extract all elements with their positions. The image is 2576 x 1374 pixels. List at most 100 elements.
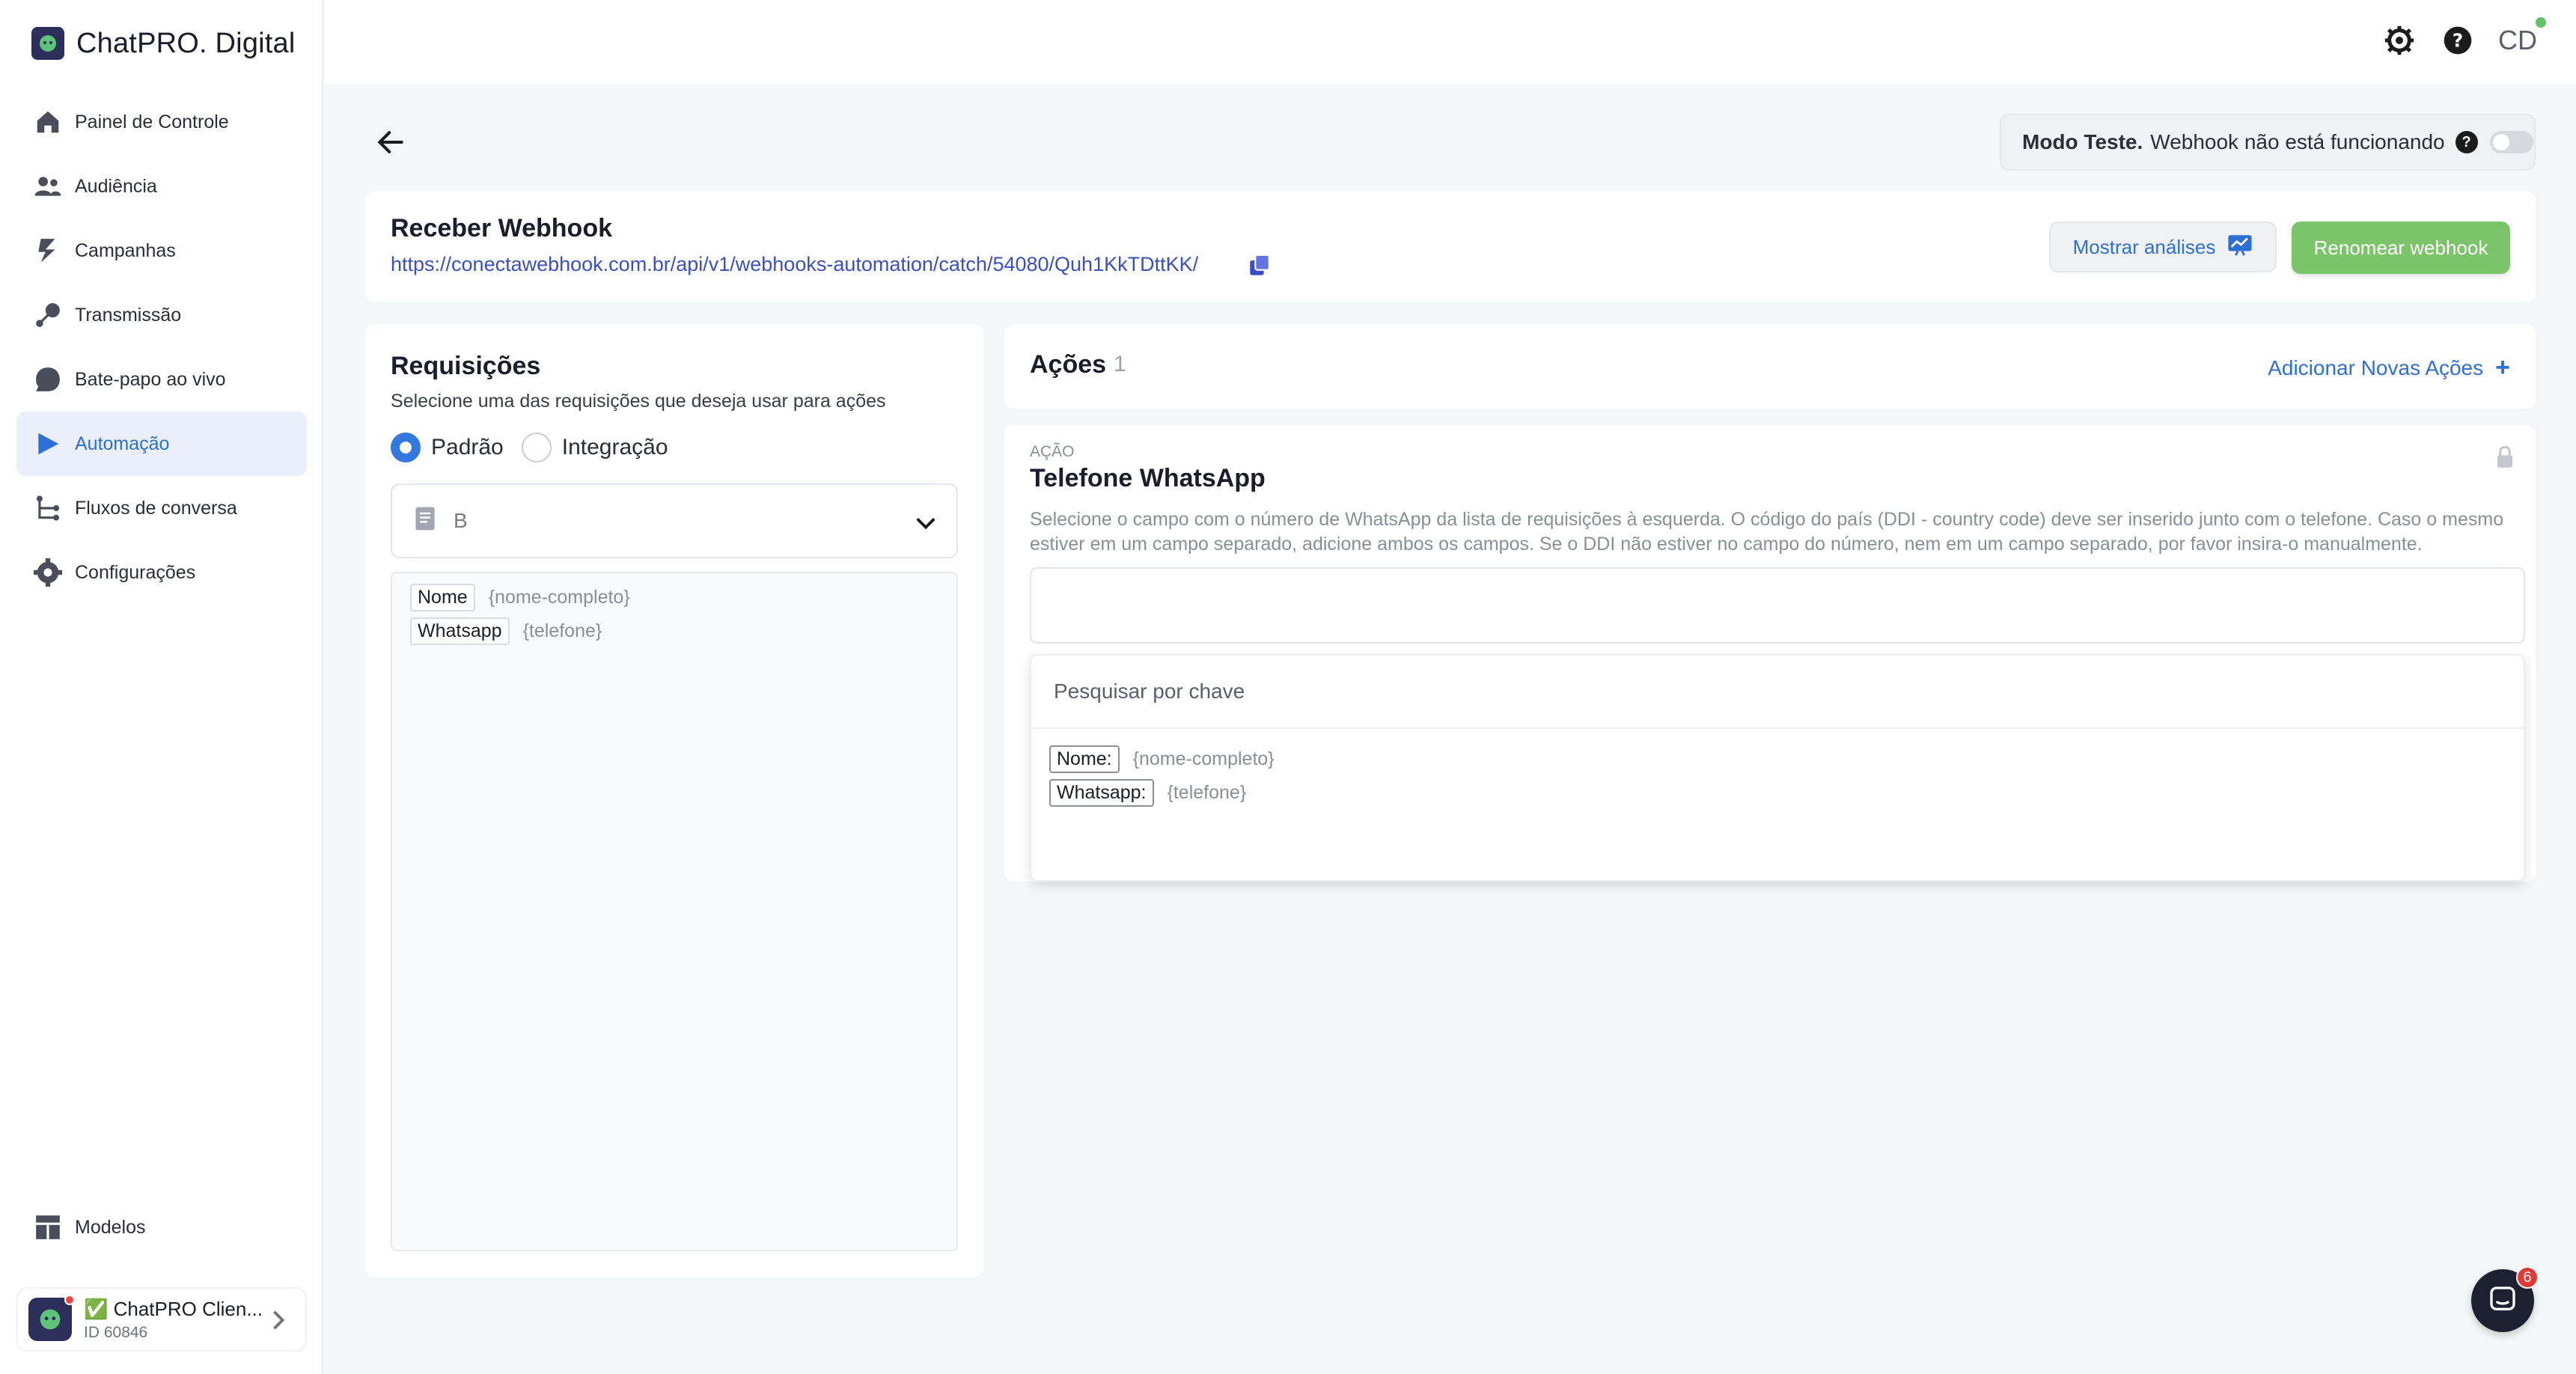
- question-icon[interactable]: ?: [2455, 131, 2478, 153]
- field-picker-dropdown: Pesquisar por chave Nome: {nome-completo…: [1030, 654, 2525, 882]
- settings-icon: [33, 558, 63, 587]
- sidebar-item-fluxos[interactable]: Fluxos de conversa: [16, 476, 307, 540]
- list-item: Whatsapp {telefone}: [410, 617, 938, 645]
- field-value: {telefone}: [522, 620, 602, 641]
- field-key: Whatsapp: [410, 617, 510, 645]
- radio-padrao-label: Padrão: [431, 435, 504, 459]
- sidebar-item-bate-papo[interactable]: Bate-papo ao vivo: [16, 347, 307, 412]
- home-icon: [33, 107, 63, 137]
- automation-icon: [33, 429, 63, 459]
- field-key: Nome: [410, 584, 475, 611]
- chevron-down-icon: [915, 512, 937, 536]
- account-switcher[interactable]: ✅ ChatPRO Clien... ID 60846: [16, 1287, 307, 1352]
- account-name: ✅ ChatPRO Clien...: [84, 1297, 263, 1320]
- field-options-list: Nome: {nome-completo} Whatsapp: {telefon…: [1031, 729, 2524, 829]
- test-mode-status: Webhook não está funcionando: [2150, 130, 2445, 153]
- option-key: Nome:: [1049, 745, 1120, 773]
- account-avatar: [28, 1295, 75, 1341]
- field-value: {nome-completo}: [488, 587, 630, 608]
- request-type-radio-group: Padrão Integração: [391, 433, 686, 462]
- phone-field-input[interactable]: [1030, 567, 2525, 644]
- request-fields-list: Nome {nome-completo} Whatsapp {telefone}: [391, 572, 958, 1251]
- actions-title: Ações: [1030, 350, 1107, 379]
- test-mode-label: Modo Teste.: [2022, 130, 2143, 153]
- copy-icon[interactable]: [1247, 253, 1272, 282]
- sidebar-item-label: Audiência: [75, 175, 157, 197]
- svg-text:?: ?: [2453, 29, 2464, 51]
- radio-integracao-label: Integração: [561, 435, 668, 459]
- list-item: Nome {nome-completo}: [410, 584, 938, 611]
- requests-subtitle: Selecione uma das requisições que deseja…: [391, 391, 886, 412]
- analytics-icon: [2227, 233, 2253, 261]
- action-description: Selecione o campo com o número de WhatsA…: [1030, 509, 2504, 555]
- webhook-url[interactable]: https://conectawebhook.com.br/api/v1/web…: [391, 253, 1198, 276]
- sidebar-item-modelos[interactable]: Modelos: [16, 1195, 307, 1260]
- chat-unread-badge: 6: [2516, 1266, 2539, 1289]
- topbar: ? CD: [325, 0, 2576, 84]
- sidebar-nav: Painel de Controle Audiência Campanhas T…: [16, 90, 307, 605]
- online-status-dot: [2536, 17, 2546, 28]
- lock-icon: [2495, 445, 2515, 472]
- sidebar-item-campanhas[interactable]: Campanhas: [16, 219, 307, 283]
- request-select-value: B: [454, 509, 468, 532]
- dropdown-option[interactable]: Whatsapp: {telefone}: [1049, 779, 2506, 807]
- back-arrow-icon[interactable]: [374, 126, 407, 159]
- action-card: AÇÃO Telefone WhatsApp Selecione o campo…: [1004, 425, 2536, 882]
- option-value: {nome-completo}: [1132, 748, 1275, 769]
- test-mode-toggle[interactable]: [2489, 131, 2533, 153]
- brand[interactable]: ChatPRO. Digital: [31, 27, 296, 60]
- dropdown-option[interactable]: Nome: {nome-completo}: [1049, 745, 2506, 773]
- sidebar-item-label: Transmissão: [75, 304, 182, 326]
- requests-title: Requisições: [391, 352, 541, 380]
- document-icon: [415, 506, 436, 537]
- sidebar-item-label: Configurações: [75, 561, 196, 583]
- sidebar-item-label: Painel de Controle: [75, 111, 229, 132]
- sidebar-item-audiencia[interactable]: Audiência: [16, 154, 307, 219]
- option-key: Whatsapp:: [1049, 779, 1154, 807]
- webhook-card: Receber Webhook https://conectawebhook.c…: [365, 192, 2536, 302]
- notification-dot: [64, 1295, 75, 1305]
- add-actions-button[interactable]: Adicionar Novas Ações +: [2268, 353, 2510, 382]
- chat-icon: [33, 364, 63, 394]
- chat-bubble-icon: [2488, 1284, 2518, 1318]
- sidebar-item-painel[interactable]: Painel de Controle: [16, 90, 307, 154]
- user-avatar[interactable]: CD: [2498, 17, 2546, 56]
- gear-icon[interactable]: [2381, 22, 2417, 58]
- option-value: {telefone}: [1167, 782, 1247, 803]
- sidebar-bottom-nav: Modelos: [16, 1195, 307, 1260]
- sidebar-item-label: Automação: [75, 433, 170, 454]
- plus-icon: +: [2495, 353, 2510, 382]
- requests-card: Requisições Selecione uma das requisiçõe…: [365, 325, 983, 1277]
- support-chat-button[interactable]: 6: [2471, 1266, 2539, 1332]
- sidebar-item-label: Fluxos de conversa: [75, 497, 237, 519]
- request-select[interactable]: B: [391, 483, 958, 558]
- radio-padrao[interactable]: [391, 433, 421, 462]
- chevron-right-icon: [269, 1309, 287, 1335]
- webhook-title: Receber Webhook: [391, 214, 613, 242]
- sidebar: ChatPRO. Digital Painel de Controle Audi…: [0, 0, 323, 1374]
- account-id: ID 60846: [84, 1323, 148, 1341]
- flow-icon: [33, 493, 63, 523]
- test-mode-panel: Modo Teste. Webhook não está funcionando…: [2000, 114, 2536, 171]
- broadcast-icon: [33, 300, 63, 330]
- radio-integracao[interactable]: [521, 433, 552, 462]
- sidebar-item-label: Modelos: [75, 1216, 146, 1238]
- sidebar-item-transmissao[interactable]: Transmissão: [16, 283, 307, 347]
- sidebar-item-label: Bate-papo ao vivo: [75, 368, 226, 390]
- show-analytics-button[interactable]: Mostrar análises: [2049, 222, 2277, 272]
- templates-icon: [33, 1212, 63, 1242]
- brand-name: ChatPRO. Digital: [76, 27, 296, 59]
- sidebar-item-label: Campanhas: [75, 239, 176, 261]
- actions-header-card: Ações 1 Adicionar Novas Ações +: [1004, 325, 2536, 409]
- rename-webhook-button[interactable]: Renomear webhook: [2292, 222, 2510, 274]
- user-initials: CD: [2498, 25, 2537, 55]
- add-actions-label: Adicionar Novas Ações: [2268, 355, 2484, 379]
- brand-logo-icon: [31, 27, 64, 60]
- sidebar-item-automacao[interactable]: Automação: [16, 412, 307, 476]
- actions-count: 1: [1114, 352, 1126, 376]
- action-title: Telefone WhatsApp: [1030, 464, 1266, 492]
- campaign-icon: [33, 236, 63, 266]
- search-key-input[interactable]: Pesquisar por chave: [1031, 656, 2524, 729]
- help-icon[interactable]: ?: [2440, 22, 2476, 58]
- sidebar-item-configuracoes[interactable]: Configurações: [16, 540, 307, 605]
